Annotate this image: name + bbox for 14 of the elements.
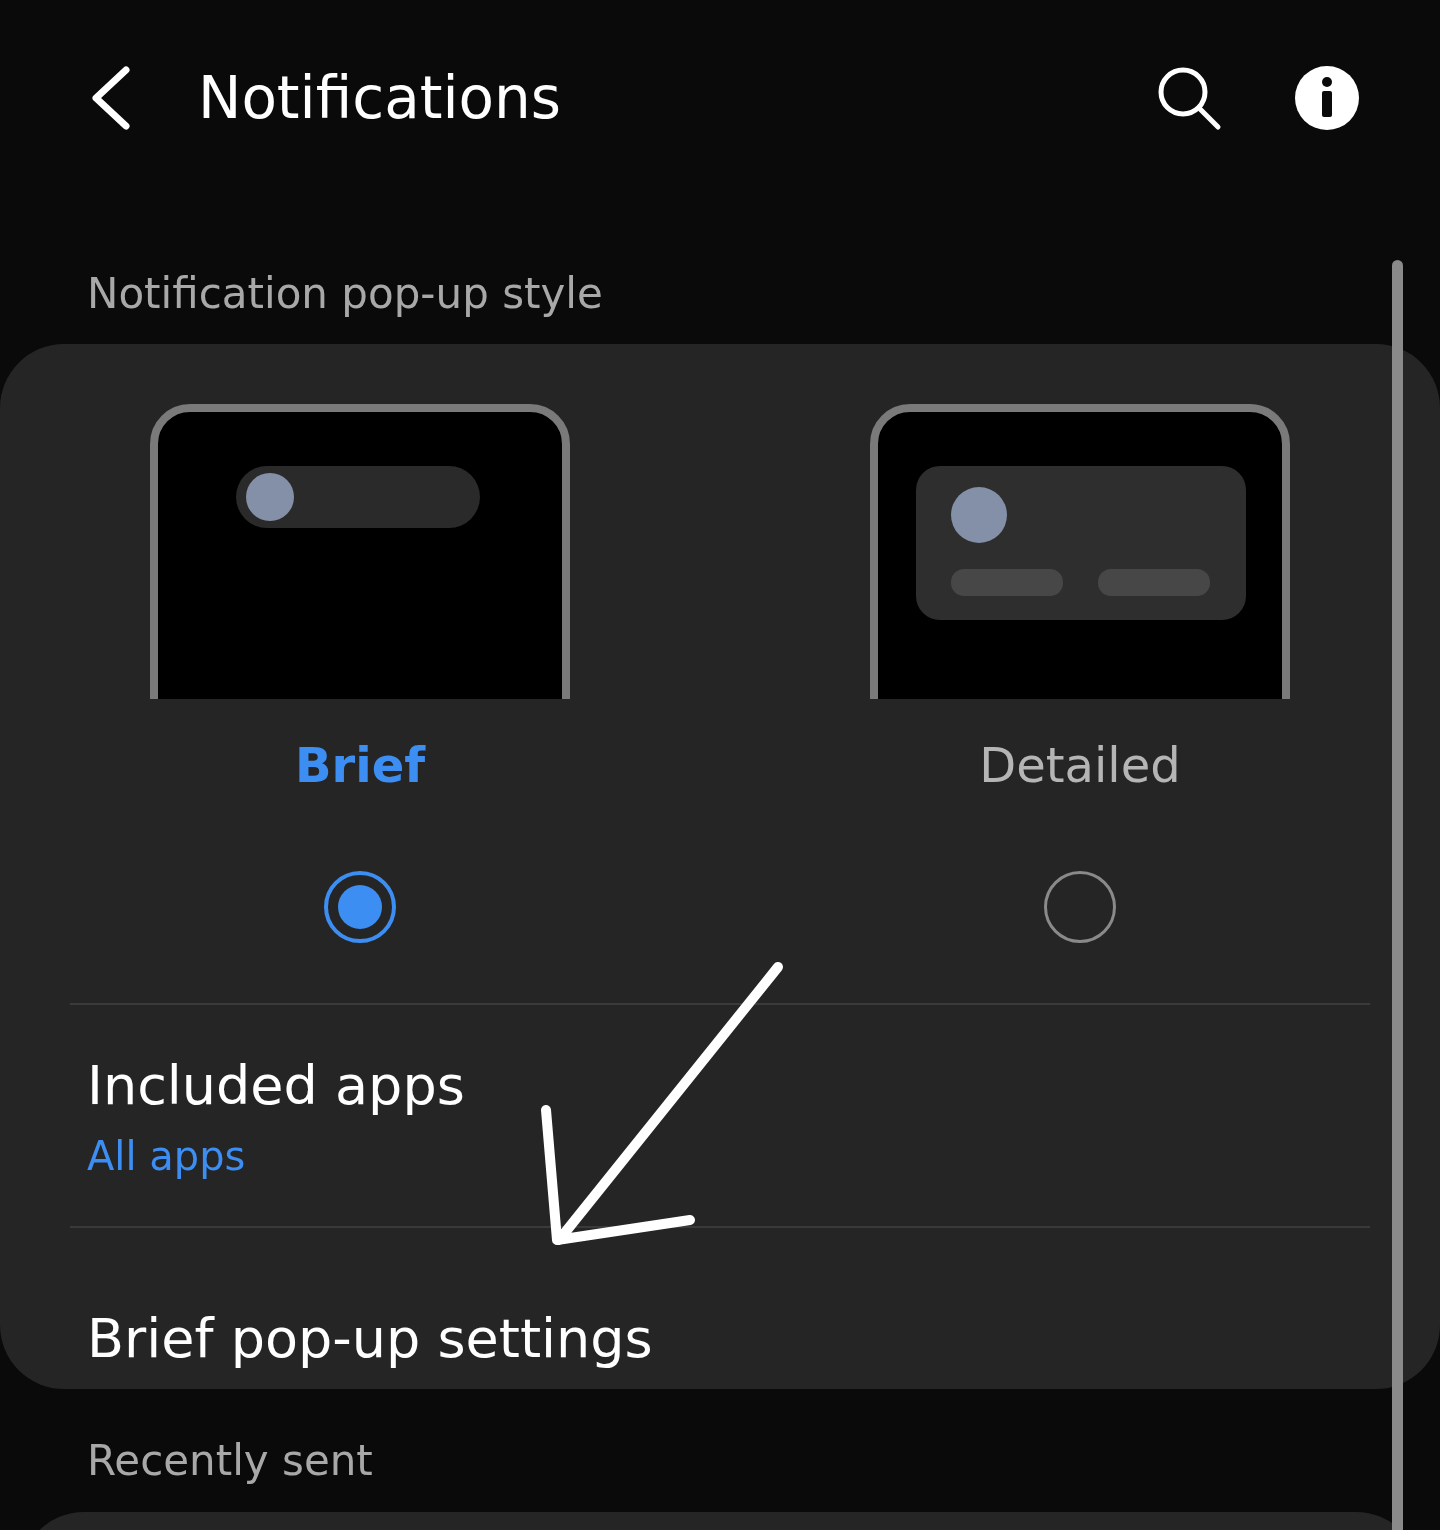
- radio-button[interactable]: [1044, 871, 1116, 943]
- section-label: Notification pop-up style: [87, 268, 604, 320]
- phone-preview-drawing[interactable]: [150, 404, 570, 699]
- option-label: Detailed: [979, 736, 1181, 795]
- row-value: All apps: [87, 1132, 247, 1181]
- info-icon[interactable]: [1294, 65, 1360, 131]
- row-title: Included apps: [87, 1053, 466, 1119]
- radio-button[interactable]: [324, 871, 396, 943]
- row-title: Brief pop-up settings: [87, 1306, 654, 1372]
- option-label: Brief: [294, 736, 426, 795]
- search-icon[interactable]: [1156, 65, 1222, 131]
- phone-preview-drawing[interactable]: [870, 404, 1290, 699]
- settings-row[interactable]: Included apps All apps: [70, 1003, 1370, 1226]
- page-title: Notifications: [198, 62, 561, 134]
